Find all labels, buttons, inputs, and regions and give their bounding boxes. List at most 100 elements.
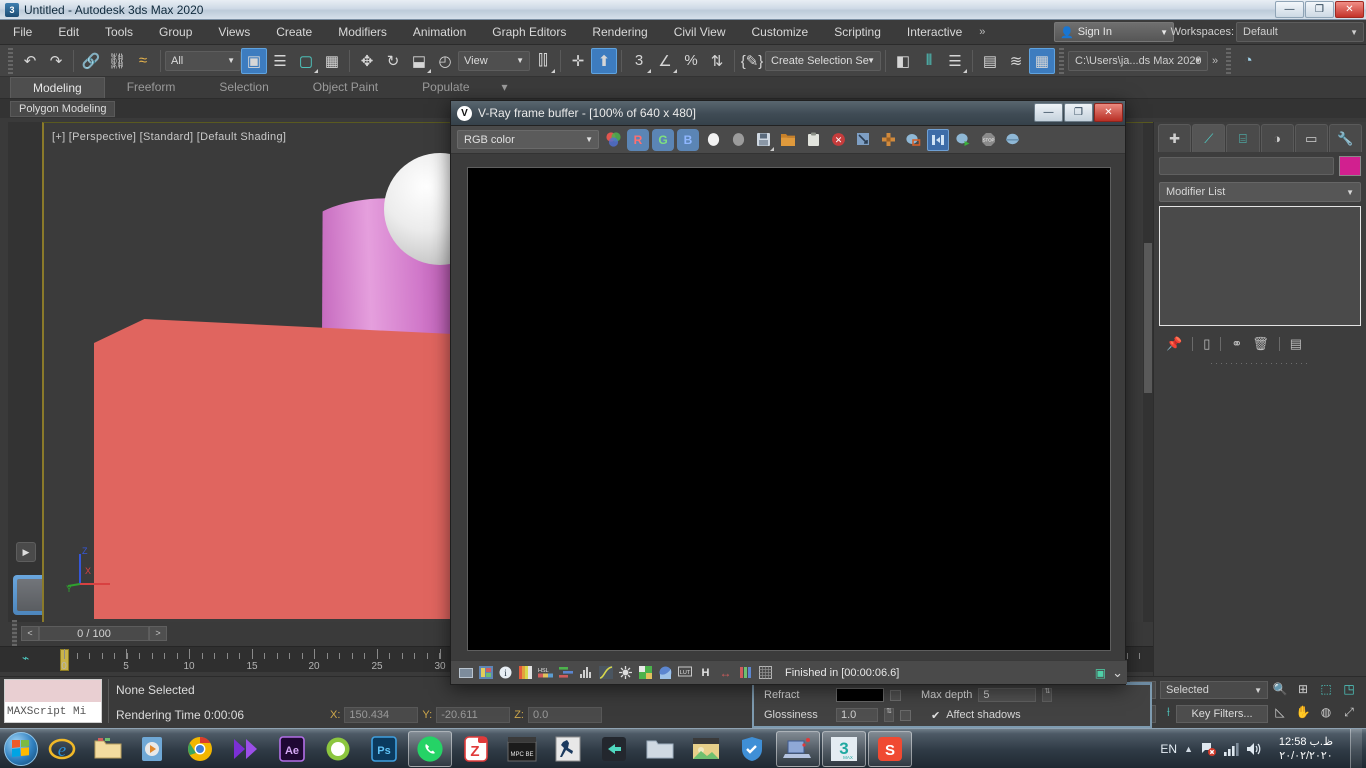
track-view-icon[interactable]: ⌁ (22, 651, 29, 665)
subtab-polygon-modeling[interactable]: Polygon Modeling (10, 100, 116, 117)
ribbon-options-icon[interactable]: ▾ (492, 77, 518, 98)
make-unique-icon[interactable]: ⚭ (1231, 336, 1242, 352)
menu-customize[interactable]: Customize (739, 20, 822, 45)
show-desktop-button[interactable] (1350, 728, 1362, 768)
teapot-render-icon[interactable]: ◔ (1235, 48, 1261, 74)
select-and-move-icon[interactable]: ✥ (354, 48, 380, 74)
save-current-channel-icon[interactable] (457, 664, 474, 681)
selection-filter-dropdown[interactable]: All ▼ (165, 50, 241, 71)
ocio-icon[interactable]: H (697, 664, 714, 681)
tab-populate[interactable]: Populate (400, 77, 491, 98)
stereo-icon[interactable] (927, 128, 949, 151)
select-object-icon[interactable]: ▣ (241, 47, 267, 74)
rollout-handle[interactable]: ···················· (1154, 358, 1366, 368)
menu-rendering[interactable]: Rendering (579, 20, 660, 45)
affect-shadows-checkbox[interactable]: ✔ (931, 709, 940, 722)
start-button[interactable] (4, 731, 38, 766)
menu-animation[interactable]: Animation (400, 20, 479, 45)
taskbar-after-effects[interactable]: Ae (270, 731, 314, 767)
menu-create[interactable]: Create (263, 20, 325, 45)
pixel-info-icon[interactable]: i (497, 664, 514, 681)
taskbar-movie-maker[interactable] (224, 731, 268, 767)
taskbar-photoshop[interactable]: Ps (362, 731, 406, 767)
key-filters-button[interactable]: Key Filters... (1176, 705, 1268, 723)
glossiness-spinner[interactable]: ⇅ (884, 708, 894, 722)
show-hidden-icons-icon[interactable]: ▲ (1184, 744, 1193, 754)
levels-icon[interactable] (577, 664, 594, 681)
signal-icon[interactable] (1223, 742, 1239, 756)
taskbar-counter-strike[interactable] (546, 731, 590, 767)
taskbar-filmora[interactable] (592, 731, 636, 767)
max-depth-field[interactable]: 5 (978, 688, 1037, 702)
refract-map-button[interactable] (890, 689, 901, 701)
refract-color-swatch[interactable] (836, 688, 884, 702)
taskbar-folder[interactable] (638, 731, 682, 767)
menu-graph-editors[interactable]: Graph Editors (479, 20, 579, 45)
maxscript-output-pane[interactable] (5, 680, 101, 702)
align-icon[interactable]: ⫴ (916, 48, 942, 74)
menu-overflow-icon[interactable]: » (975, 26, 989, 38)
configure-modifier-sets-icon[interactable]: ▤ (1290, 336, 1302, 352)
taskbar-windows-explorer[interactable] (86, 731, 130, 767)
named-selection-set-dropdown[interactable]: Create Selection Se ▼ (765, 50, 881, 71)
modifier-list-dropdown[interactable]: Modifier List ▼ (1159, 182, 1361, 202)
vfb-minimize-button[interactable]: — (1034, 103, 1063, 122)
y-field[interactable]: -20.611 (436, 707, 511, 723)
undo-icon[interactable]: ↶ (17, 48, 43, 74)
select-and-scale-icon[interactable]: ⬓ (406, 48, 432, 74)
close-button[interactable]: ✕ (1335, 1, 1364, 18)
trackbar-grip[interactable] (12, 620, 17, 646)
color-channels-icon[interactable] (602, 129, 624, 151)
load-image-icon[interactable] (777, 129, 799, 151)
taskbar-3ds-max[interactable]: 3 MAX (822, 730, 866, 767)
menu-modifiers[interactable]: Modifiers (325, 20, 400, 45)
white-balance-icon[interactable] (637, 664, 654, 681)
tab-freeform[interactable]: Freeform (105, 77, 198, 98)
color-balance-icon[interactable] (557, 664, 574, 681)
monochrome-icon[interactable] (727, 129, 749, 151)
taskbar-zarchiver[interactable]: Z (454, 731, 498, 767)
taskbar-security[interactable] (730, 731, 774, 767)
unlink-selection-icon[interactable]: ⛓ (104, 48, 130, 74)
zoom-icon[interactable]: 🔍 (1270, 679, 1290, 699)
select-by-name-icon[interactable]: ☰ (267, 48, 293, 74)
minimize-button[interactable]: — (1275, 1, 1304, 18)
percent-snap-toggle-icon[interactable]: % (678, 48, 704, 74)
scene-explorer-icon[interactable]: ▤ (977, 48, 1003, 74)
select-and-link-icon[interactable]: 🔗 (78, 48, 104, 74)
reference-coordinate-dropdown[interactable]: View ▼ (458, 50, 530, 71)
window-crossing-icon[interactable]: ▦ (319, 48, 345, 74)
clear-image-icon[interactable]: ✕ (827, 129, 849, 151)
network-error-icon[interactable] (1200, 741, 1216, 757)
taskbar-internet-explorer[interactable]: e (40, 731, 84, 767)
maximize-button[interactable]: ❐ (1305, 1, 1334, 18)
icc-profile-icon[interactable] (757, 664, 774, 681)
curve-icon[interactable] (597, 664, 614, 681)
select-and-rotate-icon[interactable]: ↻ (380, 48, 406, 74)
language-indicator[interactable]: EN (1160, 742, 1177, 756)
remove-modifier-icon[interactable]: 🗑 (1252, 336, 1269, 352)
render-last-icon[interactable] (952, 129, 974, 151)
tab-modeling[interactable]: Modeling (10, 77, 105, 98)
clipboard-icon[interactable] (802, 129, 824, 151)
render-history-icon[interactable] (477, 664, 494, 681)
taskbar-remote-pc[interactable] (776, 730, 820, 767)
blue-channel-icon[interactable]: B (677, 128, 699, 151)
viewport-label[interactable]: [+] [Perspective] [Standard] [Default Sh… (52, 131, 286, 143)
render-icon[interactable] (1002, 129, 1024, 151)
taskbar-google-chrome[interactable] (178, 731, 222, 767)
volume-icon[interactable] (1246, 742, 1262, 756)
stop-render-icon[interactable]: STOP (977, 129, 999, 151)
layer-manager-icon[interactable]: ≋ (1003, 48, 1029, 74)
snaps-toggle-icon[interactable]: ⬆ (591, 47, 617, 74)
vfb-panel-toggle-icon[interactable]: ▣ (1095, 666, 1106, 680)
sign-in-button[interactable]: 👤 Sign In ▼ (1054, 22, 1174, 42)
material-editor-panel[interactable]: Refract Max depth 5 ⇅ Glossiness 1.0 ⇅ ✔… (752, 682, 1152, 728)
menu-edit[interactable]: Edit (45, 20, 92, 45)
alpha-channel-icon[interactable] (702, 129, 724, 151)
project-path-dropdown[interactable]: C:\Users\ja...ds Max 2020 ▼ (1068, 50, 1208, 71)
hsl-icon[interactable]: HSL (537, 664, 554, 681)
toolbar-grip[interactable] (1226, 47, 1232, 74)
select-and-manipulate-icon[interactable]: ✛ (565, 48, 591, 74)
duplicate-vfb-icon[interactable] (852, 129, 874, 151)
